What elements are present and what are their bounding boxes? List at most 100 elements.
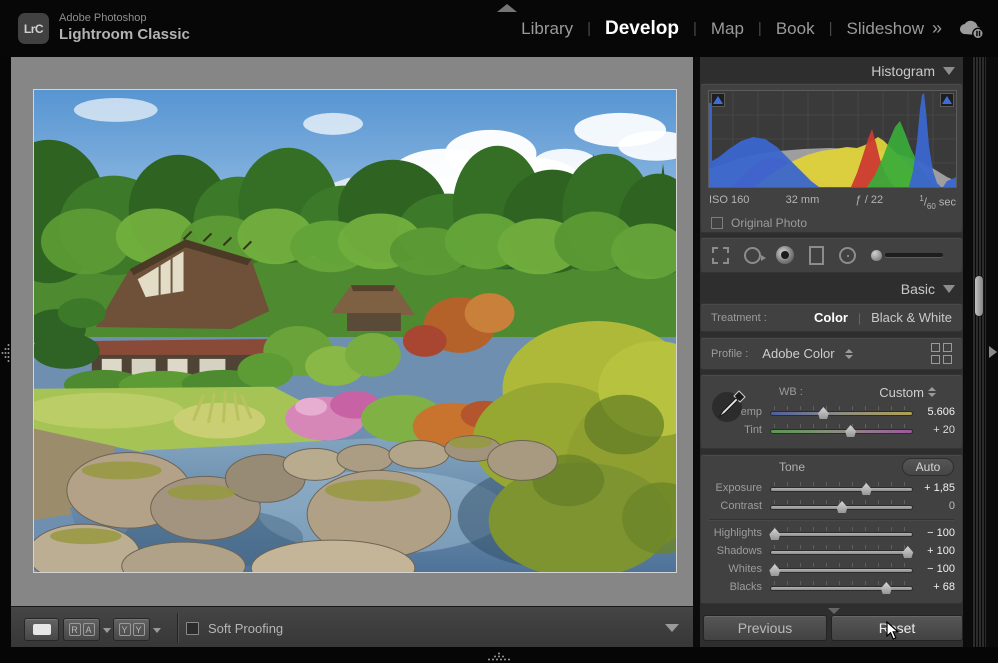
basic-header[interactable]: Basic	[700, 279, 963, 299]
exposure-slider[interactable]	[770, 481, 913, 495]
treatment-label: Treatment :	[711, 312, 814, 324]
loupe-view-icon	[33, 624, 51, 635]
right-panel-area: Histogram	[693, 57, 998, 647]
highlights-slider-row: Highlights − 100	[701, 524, 962, 542]
histogram-title: Histogram	[871, 63, 935, 79]
shadows-slider-row: Shadows + 100	[701, 542, 962, 560]
highlights-value[interactable]: − 100	[913, 527, 955, 539]
original-photo-label: Original Photo	[731, 216, 807, 230]
exposure-value[interactable]: + 1,85	[913, 482, 955, 494]
bottom-toolbar: R A Y Y Soft Proofing	[11, 606, 693, 647]
compare-dropdown-icon[interactable]	[103, 628, 111, 633]
updown-arrows-icon[interactable]	[928, 387, 936, 397]
exposure-label: Exposure	[708, 482, 770, 494]
tool-strip	[700, 237, 963, 273]
lightroom-window: LrC Adobe Photoshop Lightroom Classic Li…	[0, 0, 998, 663]
shadows-slider[interactable]	[770, 544, 913, 558]
tint-slider[interactable]	[770, 423, 913, 437]
whites-slider-row: Whites − 100	[701, 560, 962, 578]
radial-filter-icon[interactable]	[839, 243, 856, 267]
basic-disclosure-icon[interactable]	[943, 285, 955, 293]
exposure-slider-row: Exposure + 1,85	[701, 479, 962, 497]
previous-button[interactable]: Previous	[703, 615, 827, 641]
collapse-top-icon[interactable]	[497, 4, 517, 12]
histogram-disclosure-icon[interactable]	[943, 67, 955, 75]
histogram-box: ISO 160 32 mm ƒ / 22 1/60 sec Original P…	[700, 83, 963, 233]
photo-canvas[interactable]	[33, 89, 677, 573]
compare-view-icon: R	[69, 623, 81, 636]
focal-length-value: 32 mm	[786, 194, 820, 211]
whites-value[interactable]: − 100	[913, 563, 955, 575]
soft-proofing-checkbox[interactable]	[186, 622, 199, 635]
before-after-icon: Y	[133, 623, 145, 636]
highlights-slider[interactable]	[770, 526, 913, 540]
blacks-value[interactable]: + 68	[913, 581, 955, 593]
whites-label: Whites	[708, 563, 770, 575]
exif-stats: ISO 160 32 mm ƒ / 22 1/60 sec	[709, 194, 956, 211]
profile-box: Profile : Adobe Color	[700, 337, 963, 370]
cloud-sync-icon[interactable]	[956, 17, 986, 41]
treatment-divider: |	[858, 311, 861, 325]
collapse-right-icon[interactable]	[989, 346, 997, 358]
nav-develop[interactable]: Develop	[605, 18, 679, 40]
auto-button[interactable]: Auto	[902, 458, 954, 476]
wb-select[interactable]: Custom	[879, 385, 924, 400]
treatment-color-option[interactable]: Color	[814, 310, 848, 325]
profile-label: Profile :	[711, 348, 748, 360]
nav-map[interactable]: Map	[711, 19, 744, 39]
contrast-slider[interactable]	[770, 499, 913, 513]
collapse-bottom-icon[interactable]	[487, 652, 511, 661]
scrollbar-thumb[interactable]	[974, 275, 984, 317]
blacks-slider[interactable]	[770, 580, 913, 594]
lrc-logo-icon: LrC	[18, 13, 49, 44]
module-picker: Library | Develop | Map | Book | Slidesh…	[521, 0, 986, 57]
toolbar-menu-icon[interactable]	[665, 624, 679, 632]
original-photo-checkbox[interactable]	[711, 217, 723, 229]
tint-label: Tint	[708, 424, 770, 436]
updown-arrows-icon[interactable]	[845, 349, 853, 359]
nav-overflow-chevrons[interactable]: »	[932, 18, 942, 39]
tint-value[interactable]: + 20	[913, 424, 955, 436]
treatment-bw-option[interactable]: Black & White	[871, 310, 952, 325]
nav-separator: |	[829, 20, 833, 37]
before-after-dropdown-icon[interactable]	[153, 628, 161, 633]
panel-end-icon[interactable]	[828, 608, 840, 614]
cursor-icon	[886, 621, 902, 641]
loupe-view-button[interactable]	[24, 618, 59, 641]
healing-icon[interactable]	[744, 243, 761, 267]
brand-top: Adobe Photoshop	[59, 12, 190, 26]
histogram-header[interactable]: Histogram	[700, 61, 963, 81]
develop-panel: Histogram	[700, 57, 963, 647]
nav-slideshow[interactable]: Slideshow	[846, 19, 924, 39]
nav-book[interactable]: Book	[776, 19, 815, 39]
highlight-clipping-button[interactable]	[940, 93, 954, 107]
crop-icon[interactable]	[712, 243, 729, 267]
wb-eyedropper-icon[interactable]	[709, 385, 749, 425]
original-photo-control: Original Photo	[711, 216, 807, 230]
shadow-clipping-button[interactable]	[711, 93, 725, 107]
before-after-button[interactable]: Y Y	[113, 618, 150, 641]
contrast-value[interactable]: 0	[913, 500, 955, 512]
soft-proofing-label: Soft Proofing	[208, 621, 283, 636]
nav-library[interactable]: Library	[521, 19, 573, 39]
garden-photo	[34, 90, 676, 572]
shadows-label: Shadows	[708, 545, 770, 557]
compare-view-button[interactable]: R A	[63, 618, 100, 641]
graduated-filter-icon[interactable]	[809, 243, 824, 267]
shadows-value[interactable]: + 100	[913, 545, 955, 557]
toolbar-divider	[177, 613, 178, 643]
adjustment-brush-icon[interactable]	[871, 243, 943, 267]
temp-slider[interactable]	[770, 405, 913, 419]
aperture-value: ƒ / 22	[856, 194, 884, 211]
wb-box: WB : Custom Temp 5.606 Tint	[700, 374, 963, 449]
histogram-plot[interactable]	[708, 90, 957, 188]
develop-canvas-area	[11, 57, 693, 606]
temp-value[interactable]: 5.606	[913, 406, 955, 418]
brand-block: Adobe Photoshop Lightroom Classic	[59, 12, 190, 45]
whites-slider[interactable]	[770, 562, 913, 576]
collapse-left-icon[interactable]	[1, 344, 10, 362]
profile-browser-icon[interactable]	[931, 343, 952, 364]
tone-divider	[709, 519, 954, 520]
profile-select[interactable]: Adobe Color	[762, 346, 834, 361]
red-eye-icon[interactable]	[776, 243, 794, 267]
